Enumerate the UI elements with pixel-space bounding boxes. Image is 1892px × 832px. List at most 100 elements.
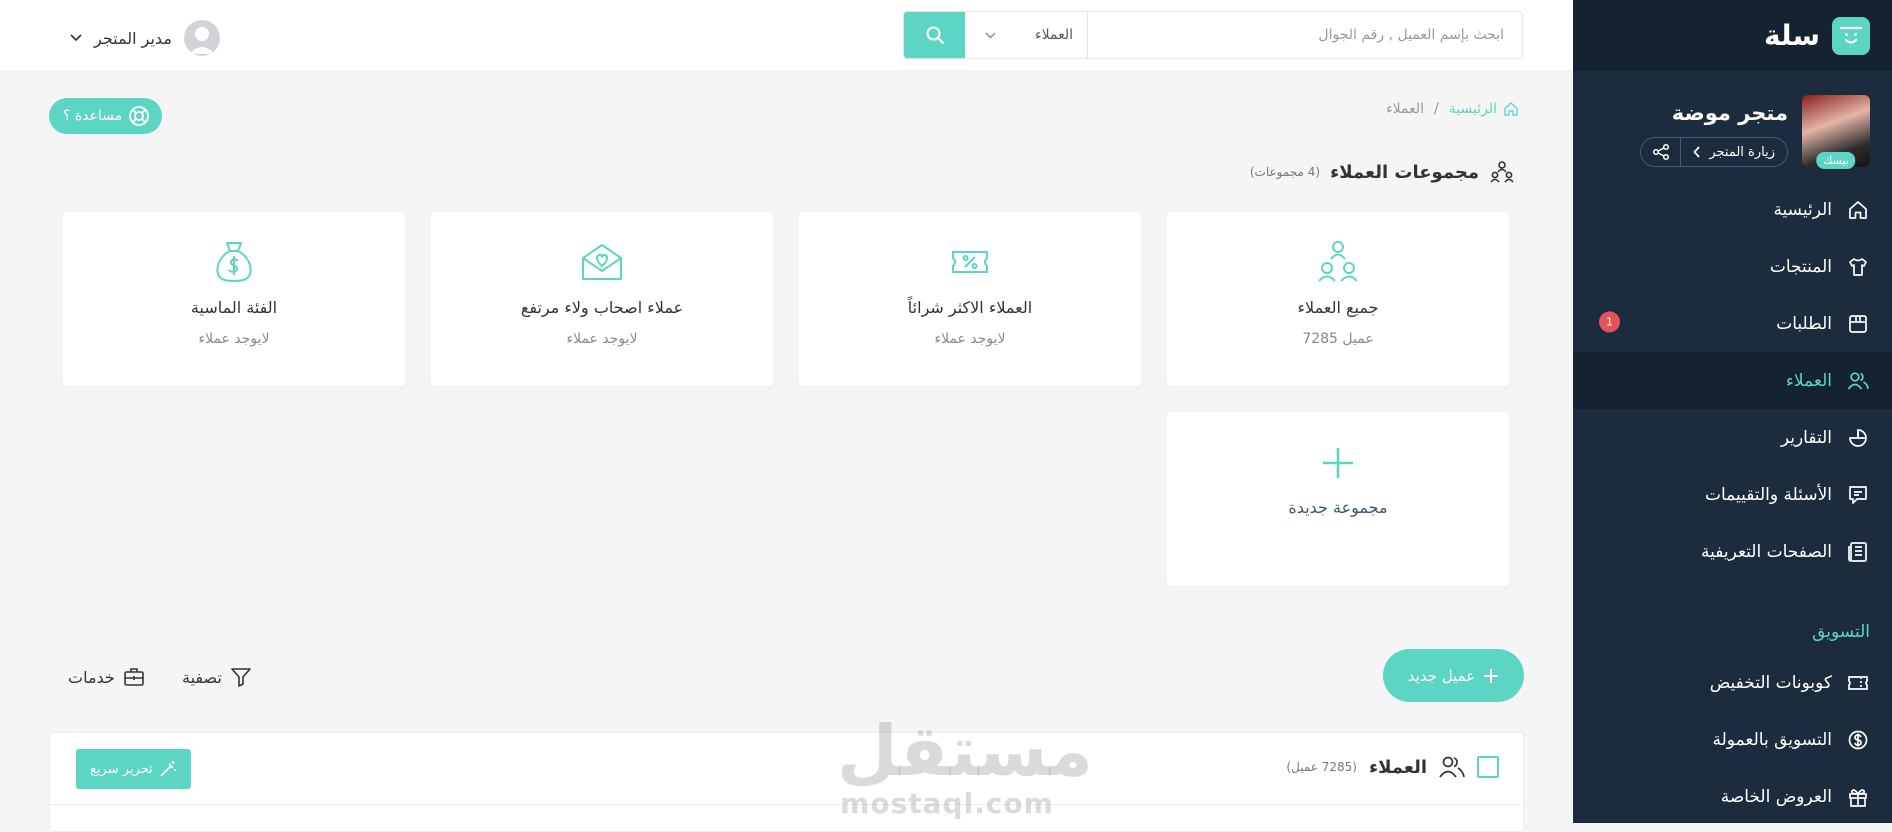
add-customer-label: عميل جديد [1407, 666, 1476, 685]
help-button[interactable]: مساعدة ؟ [49, 98, 163, 134]
search-icon [925, 25, 945, 45]
main-content: مساعدة ؟ الرئيسية / العملاء مجموعات العم… [0, 71, 1573, 832]
newspaper-icon [1846, 540, 1870, 564]
breadcrumb: الرئيسية / العملاء [1386, 101, 1519, 117]
topbar: مدير المتجر العملاء [0, 0, 1573, 71]
users-icon [1846, 369, 1870, 393]
heart-envelope-icon [580, 240, 624, 284]
avatar [183, 20, 220, 56]
sidebar-marketing-nav: كوبونات التخفيض التسويق بالعمولة العروض … [1573, 654, 1892, 823]
home-icon [1503, 101, 1519, 117]
select-all-checkbox[interactable] [1477, 756, 1499, 778]
user-name: مدير المتجر [94, 28, 172, 48]
share-button[interactable] [1641, 138, 1682, 166]
sidebar-logo[interactable]: سلة [1573, 0, 1892, 71]
breadcrumb-home-label: الرئيسية [1448, 101, 1497, 117]
add-customer-button[interactable]: عميل جديد [1383, 649, 1524, 702]
money-bag-icon [214, 240, 254, 284]
groups-count: (4 مجموعات) [1249, 165, 1321, 179]
message-icon [1846, 483, 1870, 507]
search-bar: العملاء [903, 11, 1523, 59]
group-subtitle: لايوجد عملاء [934, 331, 1006, 347]
group-title: جميع العملاء [1297, 298, 1379, 317]
quick-edit-label: تحرير سريع [90, 761, 153, 777]
group-title: العملاء الاكثر شرائاً [907, 298, 1033, 317]
breadcrumb-current: العملاء [1386, 101, 1425, 117]
table-header: العملاء (7285 عميل) تحرير سريع [50, 733, 1523, 805]
table-title-group: العملاء (7285 عميل) [1286, 755, 1499, 779]
logo-text: سلة [1764, 19, 1820, 52]
store-card: بيسك متجر موضة زيارة المتجر [1573, 71, 1892, 181]
breadcrumb-home[interactable]: الرئيسية [1449, 101, 1519, 117]
customers-table: العملاء (7285 عميل) تحرير سريع [49, 732, 1524, 832]
group-title: الفئة الماسية [190, 298, 278, 317]
sidebar-item-coupons[interactable]: كوبونات التخفيض [1573, 654, 1892, 711]
users-icon [1439, 755, 1465, 779]
group-title: عملاء اصحاب ولاء مرتفع [520, 298, 684, 317]
sidebar-item-label: العروض الخاصة [1720, 786, 1832, 807]
group-card-all-customers[interactable]: جميع العملاء 7285 عميل [1167, 212, 1509, 386]
groups-header: مجموعات العملاء (4 مجموعات) [1250, 159, 1515, 185]
filter-button[interactable]: تصفية [182, 663, 252, 691]
groups-title: مجموعات العملاء [1330, 161, 1479, 183]
sidebar-nav: الرئيسية المنتجات الطلبات 1 العملاء التق… [1573, 181, 1892, 580]
sidebar-item-special-offers[interactable]: العروض الخاصة [1573, 768, 1892, 823]
magic-wand-icon [159, 760, 177, 778]
orders-notification-badge: 1 [1599, 310, 1620, 332]
sidebar-item-customers[interactable]: العملاء [1573, 352, 1892, 409]
plus-icon [1321, 446, 1355, 480]
sidebar-item-label: الرئيسية [1773, 199, 1832, 220]
plan-badge: بيسك [1816, 152, 1856, 169]
visit-store-button[interactable]: زيارة المتجر [1681, 138, 1787, 166]
sidebar-item-label: الطلبات [1776, 313, 1832, 334]
sidebar-item-label: العملاء [1785, 370, 1832, 391]
sidebar-item-label: المنتجات [1769, 256, 1832, 277]
search-button[interactable] [904, 12, 965, 58]
search-scope-select[interactable]: العملاء [965, 12, 1088, 58]
share-icon [1652, 143, 1670, 161]
help-label: مساعدة ؟ [63, 108, 123, 124]
sidebar: سلة بيسك متجر موضة زيارة المتجر الرئيسية… [1573, 0, 1892, 823]
new-group-card[interactable]: مجموعة جديدة [1167, 412, 1509, 586]
sidebar-item-label: الأسئلة والتقييمات [1704, 484, 1832, 505]
sidebar-item-home[interactable]: الرئيسية [1573, 181, 1892, 238]
filter-label: تصفية [182, 667, 222, 687]
sidebar-item-label: الصفحات التعريفية [1701, 541, 1832, 562]
group-card-loyal-customers[interactable]: عملاء اصحاب ولاء مرتفع لايوجد عملاء [431, 212, 773, 386]
user-menu[interactable]: مدير المتجر [70, 20, 220, 56]
sidebar-item-reviews[interactable]: الأسئلة والتقييمات [1573, 466, 1892, 523]
discount-ticket-icon [949, 240, 991, 284]
sidebar-item-label: التسويق بالعمولة [1712, 729, 1833, 750]
box-icon [1846, 312, 1870, 336]
sidebar-item-reports[interactable]: التقارير [1573, 409, 1892, 466]
group-subtitle: لايوجد عملاء [198, 331, 270, 347]
sidebar-item-orders[interactable]: الطلبات 1 [1573, 295, 1892, 352]
dollar-circle-icon [1846, 728, 1870, 752]
sidebar-item-affiliate[interactable]: التسويق بالعمولة [1573, 711, 1892, 768]
shirt-icon [1846, 255, 1870, 279]
marketing-section-title: التسويق [1812, 622, 1870, 642]
quick-edit-button[interactable]: تحرير سريع [76, 749, 191, 789]
gift-icon [1846, 785, 1870, 809]
group-card-diamond-tier[interactable]: الفئة الماسية لايوجد عملاء [63, 212, 405, 386]
home-icon [1846, 198, 1870, 222]
table-title: العملاء [1368, 756, 1427, 778]
briefcase-icon [123, 667, 145, 687]
chevron-down-icon [985, 32, 996, 39]
salla-logo-icon [1832, 16, 1870, 55]
search-input[interactable] [1088, 12, 1522, 58]
services-label: خدمات [68, 667, 115, 687]
chevron-down-icon [70, 34, 82, 42]
group-card-top-buyers[interactable]: العملاء الاكثر شرائاً لايوجد عملاء [799, 212, 1141, 386]
search-scope-value: العملاء [1035, 27, 1073, 43]
store-avatar: بيسك [1802, 95, 1870, 169]
sidebar-item-label: كوبونات التخفيض [1709, 672, 1832, 693]
sidebar-item-label: التقارير [1780, 427, 1832, 448]
sidebar-item-products[interactable]: المنتجات [1573, 238, 1892, 295]
visit-store-label: زيارة المتجر [1709, 144, 1775, 160]
sidebar-item-pages[interactable]: الصفحات التعريفية [1573, 523, 1892, 580]
services-button[interactable]: خدمات [68, 663, 145, 691]
filter-icon [230, 667, 252, 687]
users-hierarchy-icon [1489, 159, 1515, 185]
breadcrumb-separator: / [1434, 101, 1439, 117]
